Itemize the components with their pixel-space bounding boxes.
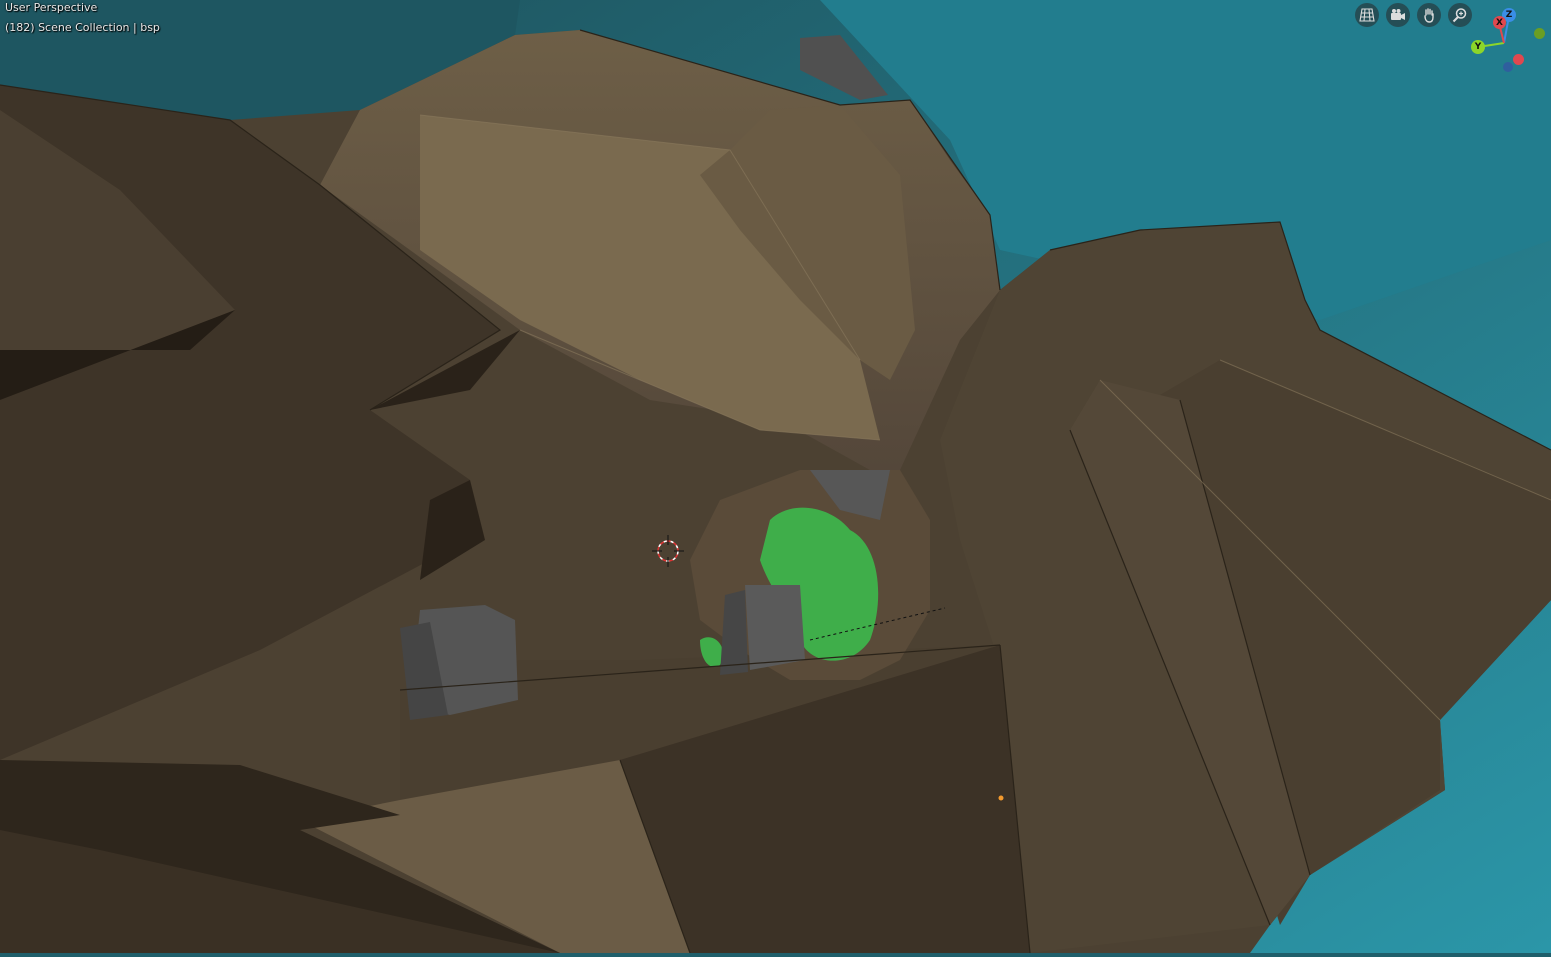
view-mode-label: User Perspective — [5, 1, 98, 14]
collection-label: (182) Scene Collection | bsp — [5, 21, 160, 34]
scene-render — [0, 0, 1551, 954]
grid-toggle-icon[interactable] — [1355, 3, 1379, 27]
object-origin — [998, 795, 1004, 801]
gizmo-neg-x-axis[interactable] — [1513, 54, 1524, 65]
3d-viewport[interactable]: User Perspective (182) Scene Collection … — [0, 0, 1551, 954]
stone-block-center — [745, 585, 805, 670]
pan-hand-icon[interactable] — [1417, 3, 1441, 27]
gizmo-y-axis[interactable]: Y — [1471, 40, 1485, 54]
navigation-gizmo[interactable]: Z X Y — [1466, 5, 1550, 77]
gizmo-neg-z-axis[interactable] — [1503, 62, 1513, 72]
camera-view-icon[interactable] — [1386, 3, 1410, 27]
gizmo-neg-y-axis[interactable] — [1534, 28, 1545, 39]
gizmo-x-axis[interactable]: X — [1493, 16, 1506, 29]
